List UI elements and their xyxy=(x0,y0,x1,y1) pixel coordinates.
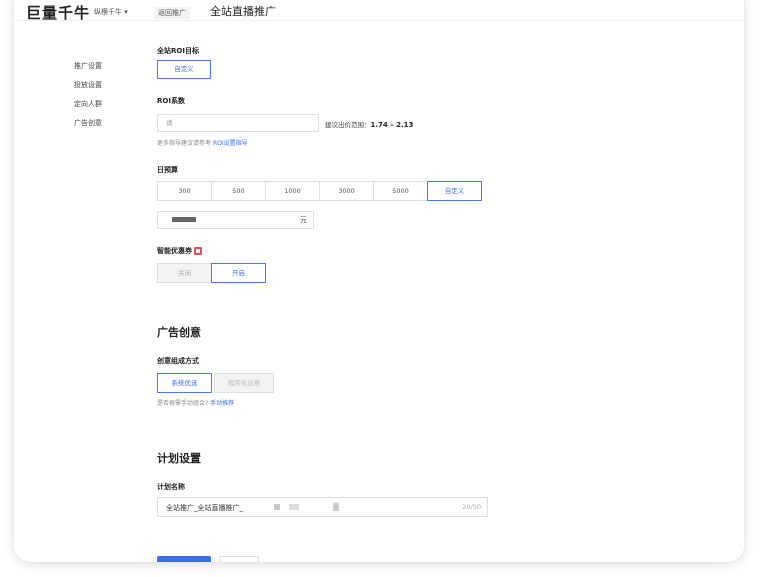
daily-budget-input[interactable]: 元 xyxy=(157,211,314,229)
budget-unit: 元 xyxy=(300,216,307,224)
smart-coupon-label: 智能优惠券 xyxy=(157,246,202,256)
roi-suggest-value: 1.74 – 2.13 xyxy=(370,121,414,129)
back-to-promotion-link[interactable]: 返回推广 xyxy=(154,7,190,19)
smart-coupon-label-text: 智能优惠券 xyxy=(157,247,192,255)
creative-composition-label: 创意组成方式 xyxy=(157,357,199,365)
budget-option-5000[interactable]: 5000 xyxy=(373,181,428,201)
new-badge-icon xyxy=(194,247,202,255)
sidebar-item-promotion-settings[interactable]: 推广设置 xyxy=(74,60,102,79)
roi-hint-text: 更多指导建议请参考 xyxy=(157,140,212,147)
roi-suggest-range: 建议出价范围：1.74 – 2.13 xyxy=(325,119,413,129)
budget-option-300[interactable]: 300 xyxy=(157,181,212,201)
sidebar-item-targeting[interactable]: 定向人群 xyxy=(74,98,102,117)
daily-budget-options: 300 500 1000 3000 5000 自定义 xyxy=(157,181,482,201)
sidebar-nav: 推广设置 投放设置 定向人群 广告创意 xyxy=(74,60,102,136)
header-divider xyxy=(14,20,744,21)
budget-option-3000[interactable]: 3000 xyxy=(319,181,374,201)
main-card: 巨量千牛 纵横千牛 ▾ 返回推广 全站直播推广 推广设置 投放设置 定向人群 广… xyxy=(14,0,744,562)
roi-coef-label: ROI系数 xyxy=(157,97,185,105)
budget-option-500[interactable]: 500 xyxy=(211,181,266,201)
creative-hint: 是否按需手动组合? 手动推荐 xyxy=(157,398,234,407)
plan-name-masked-1 xyxy=(274,504,280,510)
smart-coupon-on-button[interactable]: 开启 xyxy=(211,263,266,283)
sidebar-item-creative[interactable]: 广告创意 xyxy=(74,117,102,136)
roi-coef-input[interactable]: 请 xyxy=(157,114,319,132)
creative-manual-link[interactable]: 手动推荐 xyxy=(210,400,234,407)
cancel-button[interactable] xyxy=(219,556,259,562)
roi-hint: 更多指导建议请参考 ROI设置指导 xyxy=(157,138,248,147)
daily-budget-label: 日预算 xyxy=(157,166,178,174)
smart-coupon-off-button[interactable]: 关闭 xyxy=(157,263,212,283)
creative-system-option[interactable]: 系统优选 xyxy=(157,373,212,393)
sidebar-item-delivery-settings[interactable]: 投放设置 xyxy=(74,79,102,98)
account-dropdown[interactable]: 纵横千牛 ▾ xyxy=(94,7,128,17)
budget-option-1000[interactable]: 1000 xyxy=(265,181,320,201)
plan-name-counter: 20/50 xyxy=(462,503,481,511)
plan-name-input[interactable]: 全站推广_全站直播推广_ 20/50 xyxy=(157,497,488,517)
budget-value-masked xyxy=(172,217,196,222)
roi-coef-placeholder: 请 xyxy=(166,119,173,127)
budget-option-custom[interactable]: 自定义 xyxy=(427,181,482,201)
plan-name-masked-3 xyxy=(333,503,339,511)
creative-programmatic-option[interactable]: 程序化创意 xyxy=(214,373,274,393)
plan-name-value: 全站推广_全站直播推广_ xyxy=(166,504,243,512)
roi-suggest-prefix: 建议出价范围： xyxy=(325,121,371,129)
plan-section-title: 计划设置 xyxy=(157,452,201,465)
roi-goal-label: 全站ROI目标 xyxy=(157,47,199,55)
plan-name-label: 计划名称 xyxy=(157,483,185,491)
plan-name-masked-2 xyxy=(289,504,299,510)
creative-hint-text: 是否按需手动组合? xyxy=(157,400,209,407)
creative-section-title: 广告创意 xyxy=(157,326,201,339)
submit-button[interactable] xyxy=(157,556,211,562)
page-title: 全站直播推广 xyxy=(210,5,276,18)
roi-guide-link[interactable]: ROI设置指导 xyxy=(213,140,248,147)
roi-goal-custom-button[interactable]: 自定义 xyxy=(157,60,211,79)
